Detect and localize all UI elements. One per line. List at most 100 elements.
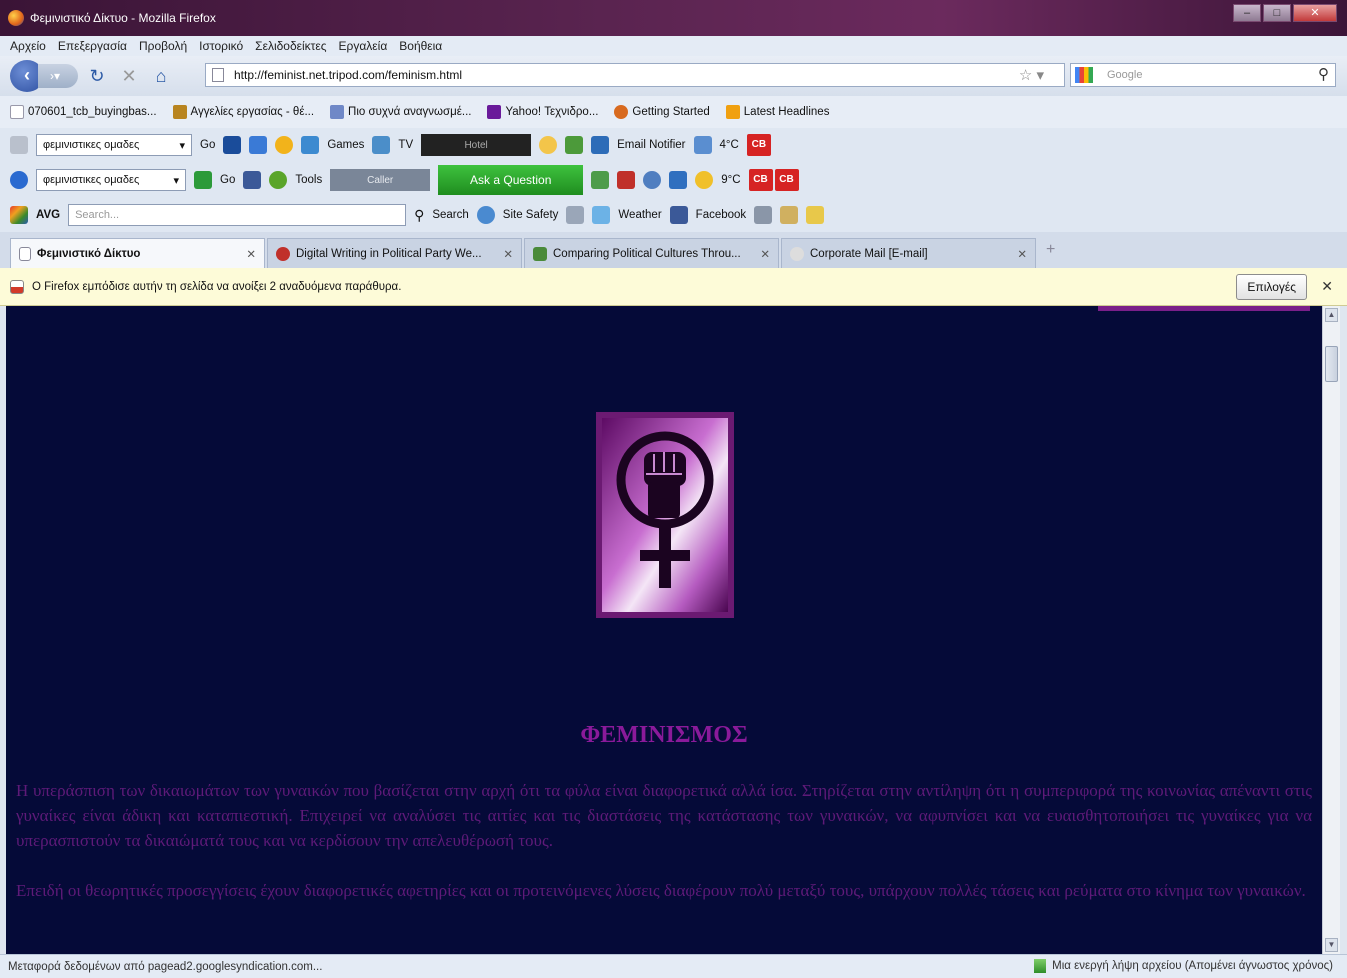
calendar-icon[interactable] xyxy=(754,206,773,224)
close-tab-icon[interactable]: ✕ xyxy=(760,247,770,261)
page-icon xyxy=(10,105,24,119)
tv-icon xyxy=(372,136,391,154)
tab-label: Comparing Political Cultures Throu... xyxy=(553,247,741,260)
gear-icon xyxy=(269,171,288,189)
site-safety-button[interactable]: Site Safety xyxy=(503,209,559,221)
tools-menu[interactable]: Tools xyxy=(295,174,322,186)
toolbar-logo-icon xyxy=(10,171,28,189)
cb-button[interactable]: CB xyxy=(774,169,799,191)
loading-icon xyxy=(790,246,804,261)
scroll-up-icon[interactable]: ▲ xyxy=(1325,308,1338,322)
shield-icon xyxy=(476,206,495,224)
toolbar-app-icon[interactable] xyxy=(223,136,242,154)
avg-search-input[interactable]: Search... xyxy=(68,204,407,226)
menu-help[interactable]: Βοήθεια xyxy=(399,39,442,53)
bookmark-item[interactable]: Getting Started xyxy=(614,105,710,119)
toolbar-app-icon[interactable] xyxy=(565,136,584,154)
games-menu[interactable]: Games xyxy=(327,139,364,151)
popup-blocked-bar: Ο Firefox εμπόδισε αυτήν τη σελίδα να αν… xyxy=(0,268,1347,306)
scroll-down-icon[interactable]: ▼ xyxy=(1325,938,1338,952)
toolbar-app-icon[interactable] xyxy=(249,136,268,154)
status-text: Μεταφορά δεδομένων από pagead2.googlesyn… xyxy=(8,960,323,973)
search-icon: ⚲ xyxy=(414,206,425,223)
popup-blocked-icon xyxy=(10,279,24,294)
tab-feminist-network[interactable]: Φεμινιστικό Δίκτυο ✕ xyxy=(10,238,265,268)
close-tab-icon[interactable]: ✕ xyxy=(503,247,513,261)
chat-icon[interactable] xyxy=(806,206,825,224)
tv-menu[interactable]: TV xyxy=(398,139,413,151)
home-icon[interactable]: ⌂ xyxy=(148,66,174,87)
email-notifier[interactable]: Email Notifier xyxy=(617,139,685,151)
avg-search-button[interactable]: Search xyxy=(432,209,468,221)
tab-corporate-mail[interactable]: Corporate Mail [E-mail] ✕ xyxy=(781,238,1036,268)
search-icon[interactable]: ⚲ xyxy=(1318,65,1329,83)
bookmark-item[interactable]: Πιο συχνά αναγνωσμέ... xyxy=(330,105,471,119)
temperature-readout[interactable]: 9°C xyxy=(721,174,740,186)
weather-button[interactable]: Weather xyxy=(618,209,661,221)
toolbar-app-icon[interactable] xyxy=(617,171,636,189)
toolbar-app-icon[interactable] xyxy=(669,171,688,189)
menu-tools[interactable]: Εργαλεία xyxy=(339,39,388,53)
go-icon xyxy=(194,171,212,189)
tab-digital-writing[interactable]: Digital Writing in Political Party We...… xyxy=(267,238,522,268)
search-bar-placeholder: Google xyxy=(1107,69,1143,81)
bookmark-item[interactable]: Yahoo! Τεχνιδρο... xyxy=(487,105,598,119)
toolbar-search-combo[interactable]: φεμινιστικες ομαδες ▾ xyxy=(36,134,192,156)
stop-icon[interactable]: ✕ xyxy=(116,66,142,87)
facebook-button[interactable]: Facebook xyxy=(696,209,747,221)
vertical-scrollbar[interactable]: ▲ ▼ xyxy=(1322,306,1340,954)
cb-button[interactable]: CB xyxy=(746,134,771,156)
menu-bookmarks[interactable]: Σελιδοδείκτες xyxy=(255,39,326,53)
forward-button[interactable]: ›▾ xyxy=(38,64,78,88)
download-icon xyxy=(1034,959,1047,973)
smiley-icon[interactable] xyxy=(539,136,558,154)
toolbar-app-icon[interactable] xyxy=(591,171,610,189)
reload-icon[interactable]: ↻ xyxy=(84,66,110,87)
caller-widget[interactable]: Caller xyxy=(330,169,431,191)
url-bar[interactable]: http://feminist.net.tripod.com/feminism.… xyxy=(205,63,1065,87)
menu-view[interactable]: Προβολή xyxy=(139,39,187,53)
scroll-thumb[interactable] xyxy=(1325,346,1338,382)
bookmark-item[interactable]: Latest Headlines xyxy=(725,105,829,119)
bookmark-star-icon[interactable]: ☆ ▾ xyxy=(1019,66,1044,84)
toolbar-app-icon[interactable] xyxy=(275,136,294,154)
new-tab-icon[interactable]: + xyxy=(1046,241,1055,259)
minimize-button[interactable]: – xyxy=(1233,4,1261,22)
popup-blocked-message: Ο Firefox εμπόδισε αυτήν τη σελίδα να αν… xyxy=(32,280,402,293)
tab-comparing-political-cultures[interactable]: Comparing Political Cultures Throu... ✕ xyxy=(524,238,779,268)
download-status[interactable]: Μια ενεργή λήψη αρχείου (Απομένει άγνωστ… xyxy=(1052,960,1333,972)
go-button[interactable]: Go xyxy=(220,174,235,186)
firefox-small-icon xyxy=(614,105,629,119)
bookmark-item[interactable]: Αγγελίες εργασίας - θέ... xyxy=(172,105,314,119)
bookmark-favicon-icon xyxy=(172,105,187,119)
notes-icon[interactable] xyxy=(780,206,799,224)
close-icon[interactable]: ✕ xyxy=(1321,278,1333,295)
bookmarks-bar: 070601_tcb_buyingbas... Αγγελίες εργασία… xyxy=(0,96,1347,128)
menu-edit[interactable]: Επεξεργασία xyxy=(58,39,127,53)
cb-button[interactable]: CB xyxy=(748,169,773,191)
options-button[interactable]: Επιλογές xyxy=(1236,274,1307,300)
search-bar[interactable]: Google ⚲ xyxy=(1070,63,1336,87)
page-icon xyxy=(212,68,224,82)
page-content: ΦΕΜΙΝΙΣΜΟΣ Η υπεράσπιση των δικαιωμάτων … xyxy=(6,306,1322,954)
bookmark-item[interactable]: 070601_tcb_buyingbas... xyxy=(10,105,157,119)
close-tab-icon[interactable]: ✕ xyxy=(246,247,256,261)
menu-history[interactable]: Ιστορικό xyxy=(199,39,243,53)
close-window-button[interactable]: ✕ xyxy=(1293,4,1337,22)
tab-favicon-icon xyxy=(276,246,290,261)
tab-label: Digital Writing in Political Party We... xyxy=(296,247,482,260)
settings-icon[interactable] xyxy=(566,206,585,224)
navigation-bar: ‹ ›▾ ↻ ✕ ⌂ http://feminist.net.tripod.co… xyxy=(0,56,1347,96)
go-button[interactable]: Go xyxy=(200,139,215,151)
radio-player[interactable]: Hotel xyxy=(421,134,532,156)
toolbar-app-icon[interactable] xyxy=(643,171,662,189)
facebook-icon[interactable] xyxy=(243,171,262,189)
menu-file[interactable]: Αρχείο xyxy=(10,39,46,53)
maximize-button[interactable]: □ xyxy=(1263,4,1291,22)
close-tab-icon[interactable]: ✕ xyxy=(1017,247,1027,261)
ask-a-question-button[interactable]: Ask a Question xyxy=(438,165,584,195)
games-icon xyxy=(301,136,320,154)
toolbar-search-combo[interactable]: φεμινιστικες ομαδες ▾ xyxy=(36,169,186,191)
temperature-readout[interactable]: 4°C xyxy=(720,139,739,151)
google-icon xyxy=(1075,67,1093,83)
